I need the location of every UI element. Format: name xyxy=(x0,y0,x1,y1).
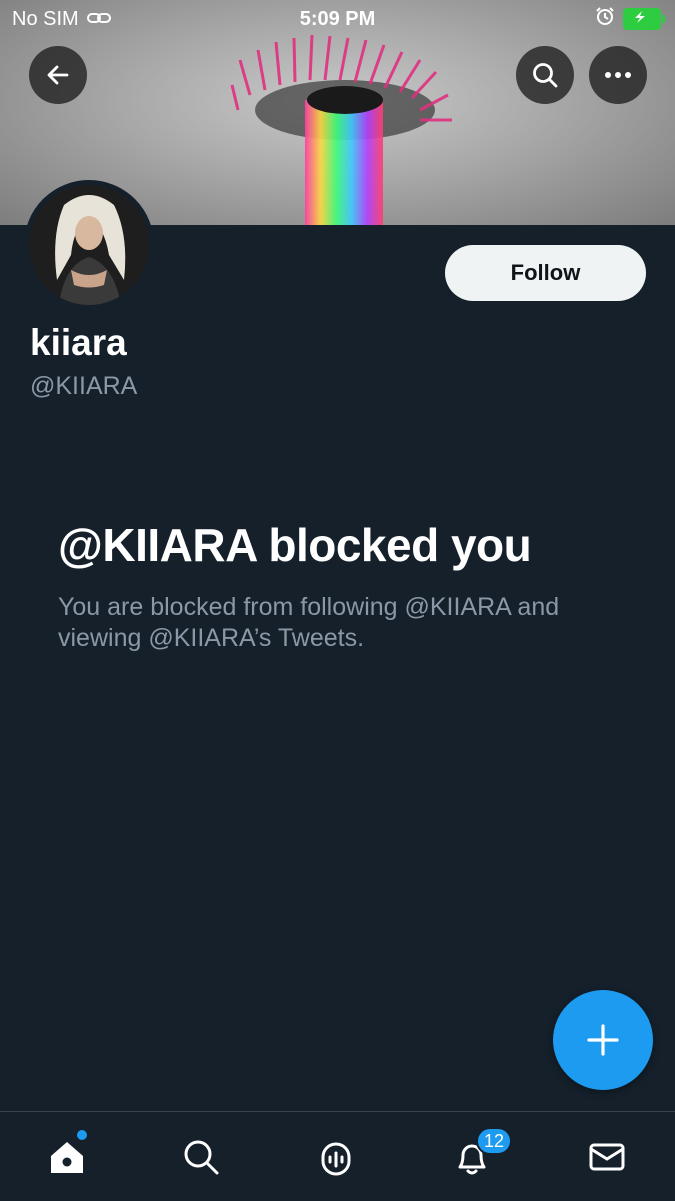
avatar[interactable] xyxy=(24,180,154,310)
tab-search[interactable] xyxy=(176,1132,226,1182)
plus-icon xyxy=(587,1024,619,1056)
search-icon xyxy=(533,63,558,88)
blocked-description: You are blocked from following @KIIARA a… xyxy=(58,593,560,652)
alarm-icon xyxy=(595,6,615,32)
more-options-button[interactable] xyxy=(589,46,647,104)
user-handle: @KIIARA xyxy=(30,372,138,400)
search-icon xyxy=(184,1140,219,1175)
back-arrow-icon xyxy=(47,65,69,85)
display-name: kiiara xyxy=(30,322,127,363)
search-button[interactable] xyxy=(516,46,574,104)
status-bar: No SIM 5:09 PM xyxy=(0,0,675,38)
status-time: 5:09 PM xyxy=(299,8,376,30)
status-right xyxy=(595,6,665,32)
back-button[interactable] xyxy=(29,46,87,104)
tab-home[interactable] xyxy=(42,1132,92,1182)
home-unread-dot xyxy=(77,1130,87,1140)
follow-button[interactable]: Follow xyxy=(445,245,646,301)
home-icon xyxy=(51,1142,83,1173)
spaces-icon xyxy=(321,1142,351,1176)
blocked-title: @KIIARA blocked you xyxy=(58,519,532,571)
avatar-photo xyxy=(29,185,149,305)
tab-spaces[interactable] xyxy=(311,1132,361,1182)
messages-icon xyxy=(589,1143,625,1171)
more-dots-icon xyxy=(605,72,631,78)
tab-messages[interactable] xyxy=(582,1132,632,1182)
battery-icon xyxy=(623,8,665,30)
compose-tweet-button[interactable] xyxy=(553,990,653,1090)
notifications-badge: 12 xyxy=(476,1127,513,1155)
bottom-tab-bar xyxy=(0,1111,675,1201)
